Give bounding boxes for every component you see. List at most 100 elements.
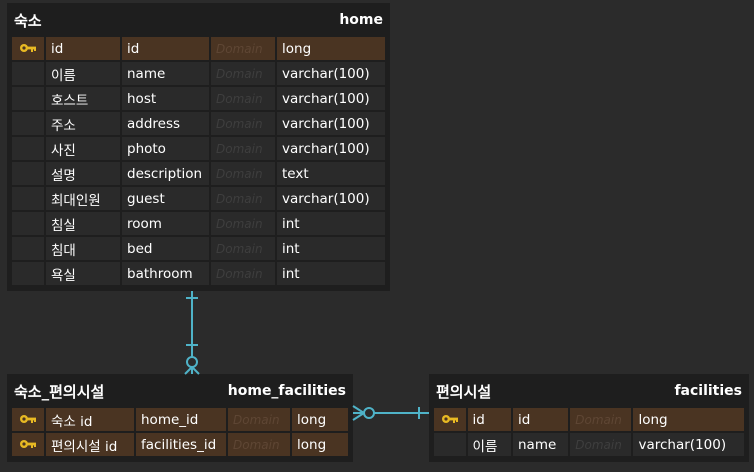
data-type: long xyxy=(292,433,348,456)
attribute-row[interactable]: 욕실 bathroom Domain int xyxy=(12,262,385,285)
key-cell xyxy=(12,212,44,235)
data-type: text xyxy=(277,162,385,185)
column-name: name xyxy=(122,62,209,85)
column-name: guest xyxy=(122,187,209,210)
attribute-row[interactable]: 최대인원 guest Domain varchar(100) xyxy=(12,187,385,210)
attribute-name-korean: 호스트 xyxy=(46,87,120,110)
attribute-row[interactable]: 침대 bed Domain int xyxy=(12,237,385,260)
column-name: bed xyxy=(122,237,209,260)
attribute-row[interactable]: 설명 description Domain text xyxy=(12,162,385,185)
attribute-name-korean: id xyxy=(46,37,120,60)
entity-table-name: home xyxy=(339,12,383,28)
attribute-name-korean: 주소 xyxy=(46,112,120,135)
entity-facilities[interactable]: 편의시설 facilities id id Domain long 이름 name Doma… xyxy=(429,374,749,462)
domain-placeholder: Domain xyxy=(211,87,275,110)
entity-header: 숙소 home xyxy=(12,3,385,37)
attribute-row[interactable]: 주소 address Domain varchar(100) xyxy=(12,112,385,135)
column-name: bathroom xyxy=(122,262,209,285)
domain-placeholder: Domain xyxy=(211,237,275,260)
column-name: room xyxy=(122,212,209,235)
attribute-row[interactable]: 사진 photo Domain varchar(100) xyxy=(12,137,385,160)
entity-rows: 숙소 id home_id Domain long 편의시설 id facilities_… xyxy=(12,408,348,456)
entity-header: 편의시설 facilities xyxy=(434,374,744,408)
column-name: name xyxy=(513,433,569,456)
relation-home-to-home-facilities xyxy=(184,291,200,375)
attribute-name-korean: 침실 xyxy=(46,212,120,235)
column-name: id xyxy=(513,408,569,431)
crows-foot-line xyxy=(352,405,365,414)
column-name: description xyxy=(122,162,209,185)
attribute-name-korean: 욕실 xyxy=(46,262,120,285)
entity-table-name: facilities xyxy=(674,383,742,399)
key-cell xyxy=(12,137,44,160)
column-name: host xyxy=(122,87,209,110)
data-type: int xyxy=(277,262,385,285)
attribute-name-korean: id xyxy=(467,408,511,431)
column-name: home_id xyxy=(136,408,226,431)
entity-title-korean: 숙소_편의시설 xyxy=(14,382,105,401)
attribute-row[interactable]: 이름 name Domain varchar(100) xyxy=(434,433,744,456)
domain-placeholder: Domain xyxy=(211,62,275,85)
key-cell xyxy=(12,237,44,260)
domain-placeholder: Domain xyxy=(570,433,632,456)
domain-placeholder: Domain xyxy=(570,408,632,431)
data-type: varchar(100) xyxy=(277,137,385,160)
key-cell xyxy=(12,37,44,60)
key-cell xyxy=(12,87,44,110)
domain-placeholder: Domain xyxy=(211,37,275,60)
key-icon xyxy=(19,412,37,428)
attribute-name-korean: 최대인원 xyxy=(46,187,120,210)
domain-placeholder: Domain xyxy=(211,162,275,185)
column-name: address xyxy=(122,112,209,135)
primary-key-row[interactable]: 편의시설 id facilities_id Domain long xyxy=(12,433,348,456)
domain-placeholder: Domain xyxy=(211,212,275,235)
entity-table-name: home_facilities xyxy=(227,383,346,399)
column-name: id xyxy=(122,37,209,60)
attribute-row[interactable]: 호스트 host Domain varchar(100) xyxy=(12,87,385,110)
primary-key-row[interactable]: id id Domain long xyxy=(12,37,385,60)
key-cell xyxy=(434,408,466,431)
column-name: photo xyxy=(122,137,209,160)
attribute-name-korean: 설명 xyxy=(46,162,120,185)
attribute-row[interactable]: 침실 room Domain int xyxy=(12,212,385,235)
attribute-name-korean: 이름 xyxy=(467,433,511,456)
key-cell xyxy=(12,433,44,456)
key-cell xyxy=(12,112,44,135)
entity-home[interactable]: 숙소 home id id Domain long 이름 name Domain varcha… xyxy=(7,3,390,291)
cardinality-zero-circle xyxy=(186,356,198,368)
erd-canvas: 숙소 home id id Domain long 이름 name Domain varcha… xyxy=(0,0,754,472)
domain-placeholder: Domain xyxy=(211,137,275,160)
key-cell xyxy=(12,187,44,210)
key-cell xyxy=(434,433,466,456)
attribute-name-korean: 사진 xyxy=(46,137,120,160)
data-type: varchar(100) xyxy=(277,87,385,110)
data-type: int xyxy=(277,212,385,235)
crows-foot-line xyxy=(191,366,200,375)
data-type: varchar(100) xyxy=(277,112,385,135)
key-cell xyxy=(12,408,44,431)
domain-placeholder: Domain xyxy=(211,187,275,210)
data-type: varchar(100) xyxy=(277,187,385,210)
entity-home-facilities[interactable]: 숙소_편의시설 home_facilities 숙소 id home_id Doma… xyxy=(7,374,353,462)
data-type: int xyxy=(277,237,385,260)
relation-facilities-to-home-facilities xyxy=(352,405,429,421)
primary-key-row[interactable]: 숙소 id home_id Domain long xyxy=(12,408,348,431)
key-icon xyxy=(19,41,37,57)
attribute-name-korean: 숙소 id xyxy=(46,408,134,431)
entity-title-korean: 숙소 xyxy=(14,11,42,30)
domain-placeholder: Domain xyxy=(211,112,275,135)
attribute-name-korean: 이름 xyxy=(46,62,120,85)
entity-rows: id id Domain long 이름 name Domain varchar(100) xyxy=(434,408,744,456)
data-type: long xyxy=(292,408,348,431)
key-icon xyxy=(441,412,459,428)
attribute-name-korean: 침대 xyxy=(46,237,120,260)
key-cell xyxy=(12,162,44,185)
attribute-row[interactable]: 이름 name Domain varchar(100) xyxy=(12,62,385,85)
domain-placeholder: Domain xyxy=(211,262,275,285)
data-type: varchar(100) xyxy=(633,433,744,456)
attribute-name-korean: 편의시설 id xyxy=(46,433,134,456)
domain-placeholder: Domain xyxy=(228,433,290,456)
data-type: long xyxy=(277,37,385,60)
entity-header: 숙소_편의시설 home_facilities xyxy=(12,374,348,408)
primary-key-row[interactable]: id id Domain long xyxy=(434,408,744,431)
